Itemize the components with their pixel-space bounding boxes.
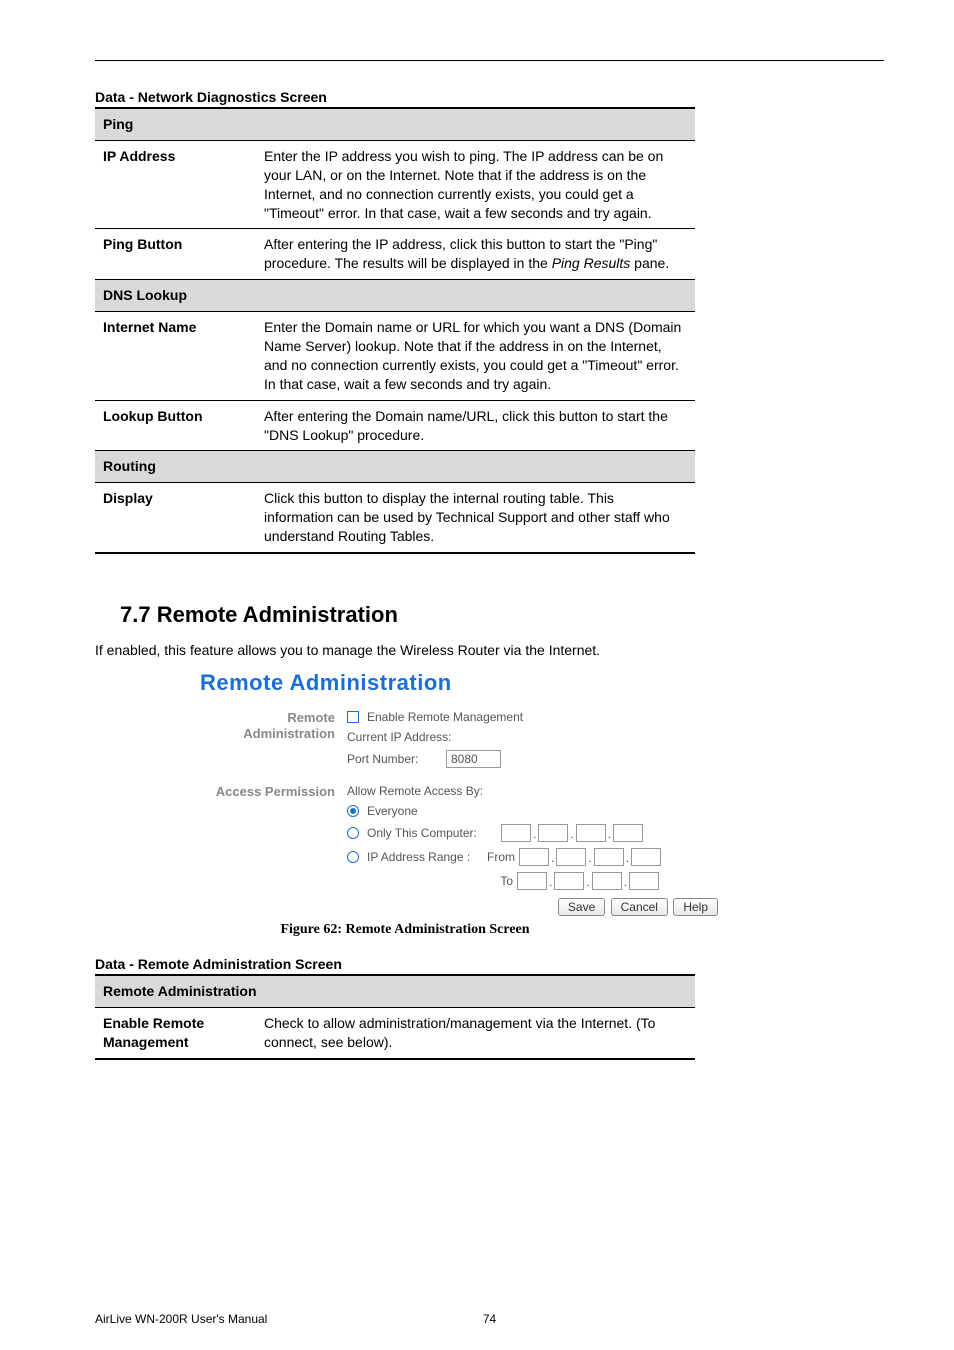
remote-table-title: Data - Remote Administration Screen xyxy=(95,956,884,972)
diag-section-dns: DNS Lookup xyxy=(95,280,695,312)
diag-row-desc: After entering the Domain name/URL, clic… xyxy=(256,400,695,451)
radio-everyone[interactable] xyxy=(347,805,359,817)
enable-remote-checkbox[interactable] xyxy=(347,711,359,723)
radio-only-this[interactable] xyxy=(347,827,359,839)
diag-row-desc: Click this button to display the interna… xyxy=(256,483,695,553)
diag-row-desc: Enter the Domain name or URL for which y… xyxy=(256,312,695,401)
enable-remote-label: Enable Remote Management xyxy=(367,710,523,724)
help-button[interactable]: Help xyxy=(673,898,718,916)
radio-ip-range[interactable] xyxy=(347,851,359,863)
diag-row-label: Lookup Button xyxy=(95,400,256,451)
remote-table: Remote Administration Enable Remote Mana… xyxy=(95,974,695,1060)
figure-caption: Figure 62: Remote Administration Screen xyxy=(95,922,715,938)
diag-row-label: Display xyxy=(95,483,256,553)
diag-row-label: Internet Name xyxy=(95,312,256,401)
cancel-button[interactable]: Cancel xyxy=(611,898,668,916)
to-label: To xyxy=(481,874,513,888)
top-rule xyxy=(95,60,884,61)
range-to-ip-input[interactable]: . . . xyxy=(517,872,659,890)
current-ip-label: Current IP Address: xyxy=(347,730,452,744)
allow-access-label: Allow Remote Access By: xyxy=(347,784,483,798)
section-heading: 7.7 Remote Administration xyxy=(120,602,884,628)
diag-row-label: IP Address xyxy=(95,140,256,229)
diag-table: Ping IP Address Enter the IP address you… xyxy=(95,107,695,554)
diag-section-ping: Ping xyxy=(95,108,695,140)
save-button[interactable]: Save xyxy=(558,898,605,916)
page-number: 74 xyxy=(95,1312,884,1326)
opt-only-this-label: Only This Computer: xyxy=(367,826,497,840)
port-label: Port Number: xyxy=(347,752,442,766)
group-access-permission-label: Access Permission xyxy=(200,784,347,916)
diag-row-desc: After entering the IP address, click thi… xyxy=(256,229,695,280)
diag-table-title: Data - Network Diagnostics Screen xyxy=(95,89,884,105)
page-footer: 74 AirLive WN-200R User's Manual xyxy=(95,1312,884,1326)
diag-section-routing: Routing xyxy=(95,451,695,483)
remote-row-desc: Check to allow administration/management… xyxy=(256,1007,695,1058)
remote-section-header: Remote Administration xyxy=(95,975,695,1007)
port-input[interactable]: 8080 xyxy=(446,750,501,768)
remote-row-label: Enable Remote Management xyxy=(95,1007,256,1058)
diag-row-desc: Enter the IP address you wish to ping. T… xyxy=(256,140,695,229)
from-label: From xyxy=(483,850,515,864)
opt-range-label: IP Address Range : xyxy=(367,850,479,864)
range-from-ip-input[interactable]: . . . xyxy=(519,848,661,866)
group-remote-admin-label: Remote Administration xyxy=(200,710,347,774)
diag-row-label: Ping Button xyxy=(95,229,256,280)
screenshot-title: Remote Administration xyxy=(200,670,718,696)
remote-admin-screenshot: Remote Administration Remote Administrat… xyxy=(200,670,718,916)
section-intro: If enabled, this feature allows you to m… xyxy=(95,642,884,658)
opt-everyone-label: Everyone xyxy=(367,804,418,818)
only-this-ip-input[interactable]: . . . xyxy=(501,824,643,842)
